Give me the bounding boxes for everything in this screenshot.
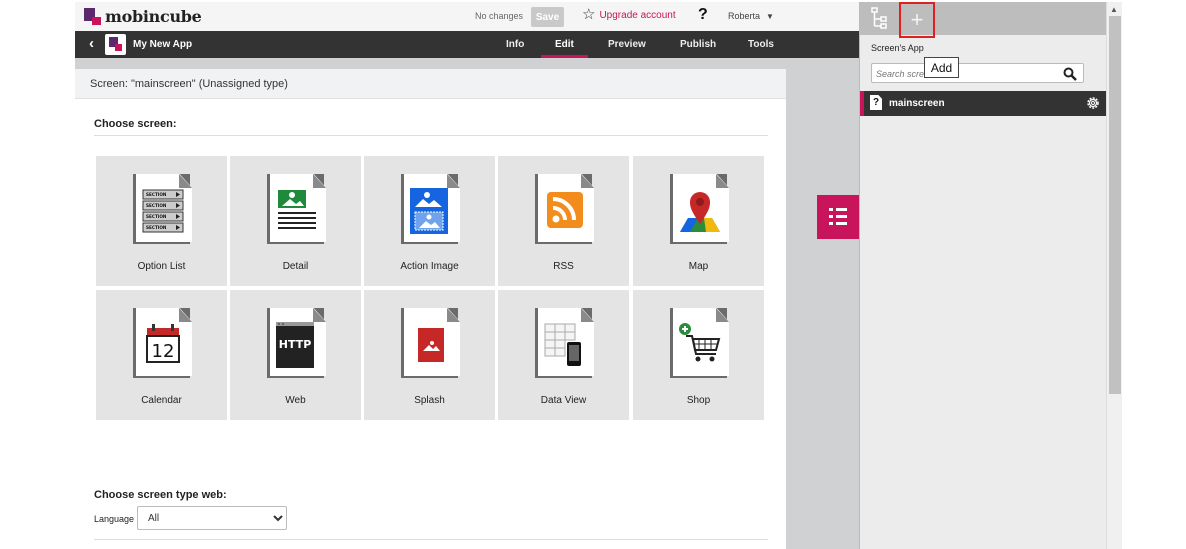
screen-header-text: Screen: "mainscreen" (Unassigned type) <box>90 78 288 90</box>
tile-map[interactable]: Map <box>633 156 764 286</box>
upgrade-label: Upgrade account <box>599 9 676 21</box>
star-icon: ☆ <box>582 6 596 23</box>
splash-icon <box>401 308 460 378</box>
scroll-up-icon[interactable]: ▲ <box>1110 5 1118 14</box>
tile-splash[interactable]: Splash <box>364 290 495 420</box>
tile-label: Detail <box>282 261 309 272</box>
tab-info[interactable]: Info <box>506 39 524 50</box>
chevron-left-icon[interactable]: ‹ <box>89 35 94 52</box>
tile-rss[interactable]: RSS <box>498 156 629 286</box>
unassigned-screen-icon: ? <box>870 95 882 110</box>
tile-label: Shop <box>686 395 711 406</box>
tile-shop[interactable]: Shop <box>633 290 764 420</box>
data-view-icon <box>535 308 594 378</box>
scrollbar-thumb[interactable] <box>1109 16 1121 394</box>
calendar-icon: 12 <box>133 308 192 378</box>
tile-label: Data View <box>540 395 587 406</box>
save-button[interactable]: Save <box>531 7 564 27</box>
option-list-section-label: SECTION <box>146 203 167 208</box>
shop-icon <box>670 308 729 378</box>
divider <box>94 135 768 136</box>
language-select[interactable]: All <box>137 506 287 530</box>
option-list-section-label: SECTION <box>146 225 167 230</box>
nav-bar: ‹ My New App Info Edit Preview Publish T… <box>75 31 859 58</box>
main-content: Screen: "mainscreen" (Unassigned type) C… <box>75 69 786 549</box>
app-icon <box>105 34 126 55</box>
logo[interactable]: mobincube <box>84 7 202 26</box>
upgrade-account-link[interactable]: ☆ Upgrade account <box>582 6 676 23</box>
tree-icon[interactable] <box>870 7 890 31</box>
option-list-section-label: SECTION <box>146 192 167 197</box>
tile-action-image[interactable]: Action Image <box>364 156 495 286</box>
detail-icon <box>267 174 326 244</box>
logo-mark-icon <box>84 7 102 26</box>
tile-detail[interactable]: Detail <box>230 156 361 286</box>
app-name: My New App <box>133 39 193 50</box>
screen-list-item[interactable]: ? mainscreen <box>860 91 1107 116</box>
tab-publish[interactable]: Publish <box>680 39 716 50</box>
language-label: Language <box>94 514 135 524</box>
map-icon <box>670 174 729 244</box>
option-list-icon: SECTION SECTION SECTION SECTION <box>133 174 192 244</box>
user-name: Roberta <box>728 11 761 21</box>
tab-tools[interactable]: Tools <box>748 39 774 50</box>
add-tooltip: Add <box>924 57 959 78</box>
screens-panel: + Screen's App Add ? mainscreen <box>859 2 1107 549</box>
choose-screen-type-web-title: Choose screen type web: <box>94 489 227 501</box>
search-icon[interactable] <box>1063 67 1077 81</box>
tile-label: Map <box>688 261 709 272</box>
tile-label: Web <box>285 395 306 406</box>
tab-edit[interactable]: Edit <box>555 39 574 50</box>
tab-preview[interactable]: Preview <box>608 39 646 50</box>
active-tab-indicator <box>541 55 588 58</box>
top-bar: mobincube No changes Save ☆ Upgrade acco… <box>75 2 859 31</box>
web-icon: HTTP <box>267 308 326 378</box>
help-icon[interactable]: ? <box>698 6 708 24</box>
option-list-section-label: SECTION <box>146 214 167 219</box>
calendar-day: 12 <box>152 341 175 362</box>
caret-down-icon: ▼ <box>766 11 774 21</box>
panel-toolbar: + <box>860 2 1107 38</box>
save-status: No changes <box>475 11 524 21</box>
panel-title: Screen's App <box>871 43 924 53</box>
web-http-text: HTTP <box>279 338 312 351</box>
tile-label: Action Image <box>400 261 459 272</box>
tile-data-view[interactable]: Data View <box>498 290 629 420</box>
action-image-icon <box>401 174 460 244</box>
tile-option-list[interactable]: SECTION SECTION SECTION SECTION Option L… <box>96 156 227 286</box>
app-area: mobincube No changes Save ☆ Upgrade acco… <box>75 2 859 549</box>
rss-icon <box>535 174 594 244</box>
tile-label: Splash <box>414 395 445 406</box>
panel-scrollbar[interactable]: ▲ <box>1106 2 1122 549</box>
tile-label: Calendar <box>141 395 182 406</box>
gear-icon[interactable] <box>1085 95 1101 111</box>
screen-name: mainscreen <box>889 98 945 109</box>
divider <box>94 539 768 540</box>
search-input[interactable] <box>876 66 1056 81</box>
page: mobincube No changes Save ☆ Upgrade acco… <box>0 0 1186 549</box>
user-menu[interactable]: Roberta ▼ <box>728 11 774 21</box>
choose-screen-title: Choose screen: <box>94 118 177 130</box>
search-box <box>871 63 1084 83</box>
logo-text: mobincube <box>105 7 202 26</box>
screen-list-toggle-button[interactable] <box>817 195 859 239</box>
add-screen-button[interactable]: + <box>899 2 935 38</box>
tile-label: RSS <box>553 261 574 272</box>
tile-web[interactable]: HTTP Web <box>230 290 361 420</box>
tile-label: Option List <box>137 261 186 272</box>
tile-calendar[interactable]: 12 Calendar <box>96 290 227 420</box>
screen-header: Screen: "mainscreen" (Unassigned type) <box>75 69 786 99</box>
